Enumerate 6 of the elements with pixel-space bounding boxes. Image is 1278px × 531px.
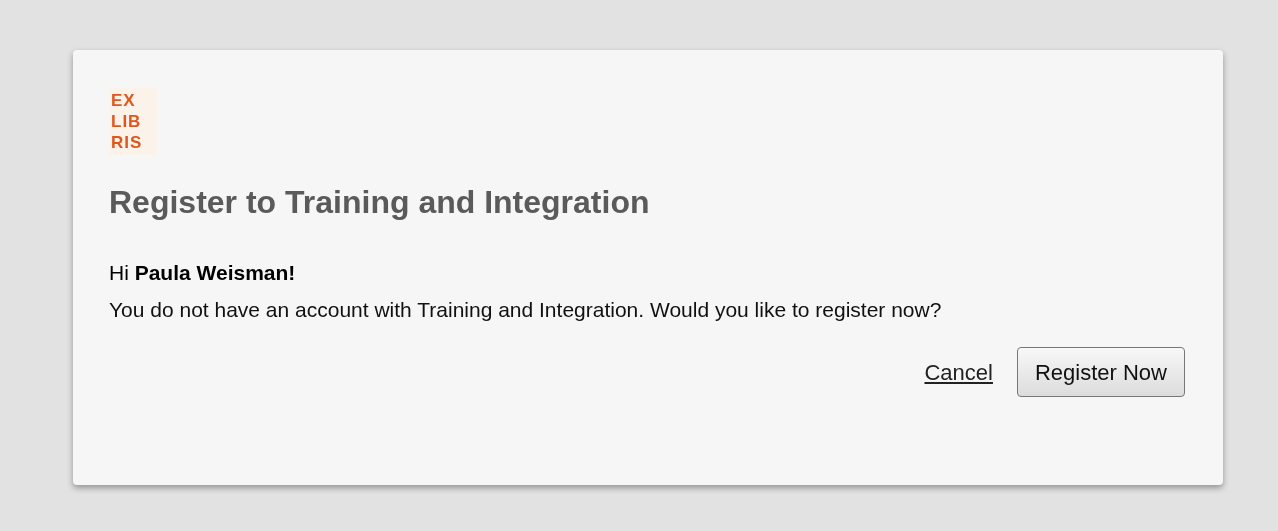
logo: EX LIB RIS (109, 88, 157, 155)
message-text: You do not have an account with Training and Integration. Would you like to register now? (109, 297, 943, 323)
dialog-title: Register to Training and Integration (109, 183, 651, 222)
cancel-link[interactable]: Cancel (924, 355, 993, 389)
register-now-button[interactable]: Register Now (1016, 347, 1185, 397)
greeting-text: Hi Paula Weisman! (109, 260, 296, 286)
